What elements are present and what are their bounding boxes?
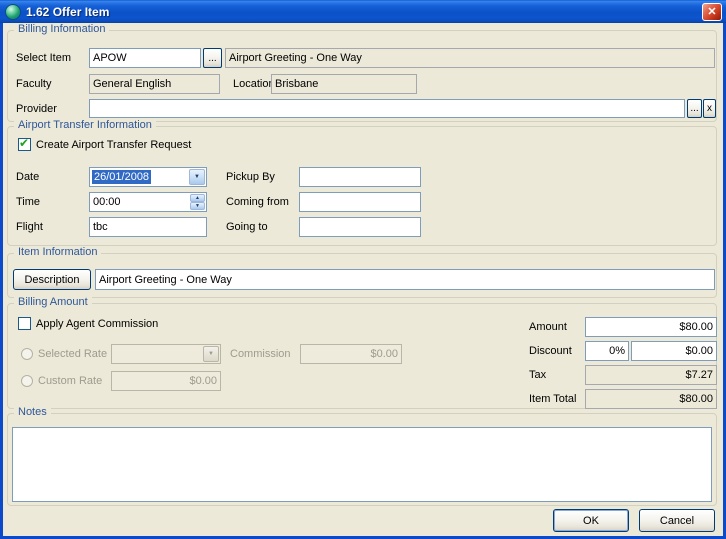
create-transfer-label: Create Airport Transfer Request bbox=[36, 135, 191, 155]
time-spinner[interactable]: ▲ ▼ bbox=[89, 192, 207, 212]
custom-rate-radio bbox=[21, 375, 33, 387]
create-transfer-checkbox[interactable]: ✔ bbox=[18, 138, 31, 151]
notes-legend: Notes bbox=[14, 406, 51, 418]
provider-browse-button[interactable]: ... bbox=[687, 99, 702, 118]
discount-percent-input[interactable] bbox=[585, 341, 629, 361]
discount-label: Discount bbox=[529, 341, 572, 361]
faculty-label: Faculty bbox=[16, 74, 51, 94]
commission-input: $0.00 bbox=[300, 344, 402, 364]
time-input[interactable] bbox=[90, 193, 190, 211]
amount-input[interactable] bbox=[585, 317, 717, 337]
select-item-input[interactable] bbox=[89, 48, 201, 68]
date-combobox[interactable]: 26/01/2008 ▼ bbox=[89, 167, 207, 187]
location-field: Brisbane bbox=[271, 74, 417, 94]
spin-down-icon: ▼ bbox=[195, 203, 200, 209]
spin-up-icon: ▲ bbox=[195, 195, 200, 201]
selected-rate-label: Selected Rate bbox=[38, 344, 107, 364]
transfer-info-group: Airport Transfer Information ✔ Create Ai… bbox=[7, 126, 717, 246]
flight-label: Flight bbox=[16, 217, 43, 237]
selected-rate-combobox: ▼ bbox=[111, 344, 221, 364]
billing-info-group: Billing Information Select Item ... Airp… bbox=[7, 30, 717, 122]
item-description-field: Airport Greeting - One Way bbox=[225, 48, 715, 68]
select-item-label: Select Item bbox=[16, 48, 71, 68]
tax-label: Tax bbox=[529, 365, 546, 385]
description-button[interactable]: Description bbox=[13, 269, 91, 290]
discount-amount-input[interactable] bbox=[631, 341, 717, 361]
window-title: 1.62 Offer Item bbox=[26, 5, 109, 19]
item-total-field: $80.00 bbox=[585, 389, 717, 409]
date-label: Date bbox=[16, 167, 39, 187]
commission-label: Commission bbox=[230, 344, 291, 364]
provider-input[interactable] bbox=[89, 99, 685, 118]
notes-group: Notes bbox=[7, 413, 717, 506]
going-to-label: Going to bbox=[226, 217, 268, 237]
time-label: Time bbox=[16, 192, 40, 212]
date-dropdown-button[interactable]: ▼ bbox=[189, 169, 205, 185]
description-input[interactable] bbox=[95, 269, 715, 290]
close-button[interactable]: ✕ bbox=[702, 3, 722, 21]
cancel-button[interactable]: Cancel bbox=[639, 509, 715, 532]
billing-info-legend: Billing Information bbox=[14, 23, 109, 35]
coming-from-input[interactable] bbox=[299, 192, 421, 212]
item-info-legend: Item Information bbox=[14, 246, 101, 258]
provider-clear-button[interactable]: x bbox=[703, 99, 716, 118]
going-to-input[interactable] bbox=[299, 217, 421, 237]
time-spin-down-button[interactable]: ▼ bbox=[190, 202, 205, 210]
billing-amount-legend: Billing Amount bbox=[14, 296, 92, 308]
pickup-by-label: Pickup By bbox=[226, 167, 275, 187]
chevron-down-icon: ▼ bbox=[203, 346, 219, 362]
offer-item-dialog: 1.62 Offer Item ✕ Billing Information Se… bbox=[0, 0, 726, 539]
ok-button[interactable]: OK bbox=[553, 509, 629, 532]
dialog-content: Billing Information Select Item ... Airp… bbox=[3, 23, 723, 536]
amount-label: Amount bbox=[529, 317, 567, 337]
tax-field: $7.27 bbox=[585, 365, 717, 385]
select-item-browse-button[interactable]: ... bbox=[203, 48, 222, 68]
apply-commission-checkbox[interactable]: ✔ bbox=[18, 317, 31, 330]
check-icon: ✔ bbox=[19, 137, 29, 149]
selected-rate-radio bbox=[21, 348, 33, 360]
time-spin-up-button[interactable]: ▲ bbox=[190, 194, 205, 202]
transfer-info-legend: Airport Transfer Information bbox=[14, 119, 156, 131]
title-bar: 1.62 Offer Item ✕ bbox=[0, 0, 726, 23]
billing-amount-group: Billing Amount ✔ Apply Agent Commission … bbox=[7, 303, 717, 409]
app-icon bbox=[5, 4, 21, 20]
location-label: Location bbox=[233, 74, 275, 94]
notes-textarea[interactable] bbox=[12, 427, 712, 502]
coming-from-label: Coming from bbox=[226, 192, 289, 212]
faculty-field: General English bbox=[89, 74, 220, 94]
provider-label: Provider bbox=[16, 99, 57, 119]
pickup-by-input[interactable] bbox=[299, 167, 421, 187]
custom-rate-label: Custom Rate bbox=[38, 371, 102, 391]
item-total-label: Item Total bbox=[529, 389, 577, 409]
apply-commission-label: Apply Agent Commission bbox=[36, 314, 158, 334]
flight-input[interactable] bbox=[89, 217, 207, 237]
item-info-group: Item Information Description bbox=[7, 253, 717, 298]
custom-rate-input: $0.00 bbox=[111, 371, 221, 391]
close-icon: ✕ bbox=[707, 6, 716, 18]
chevron-down-icon: ▼ bbox=[194, 174, 200, 180]
date-value: 26/01/2008 bbox=[92, 170, 151, 184]
